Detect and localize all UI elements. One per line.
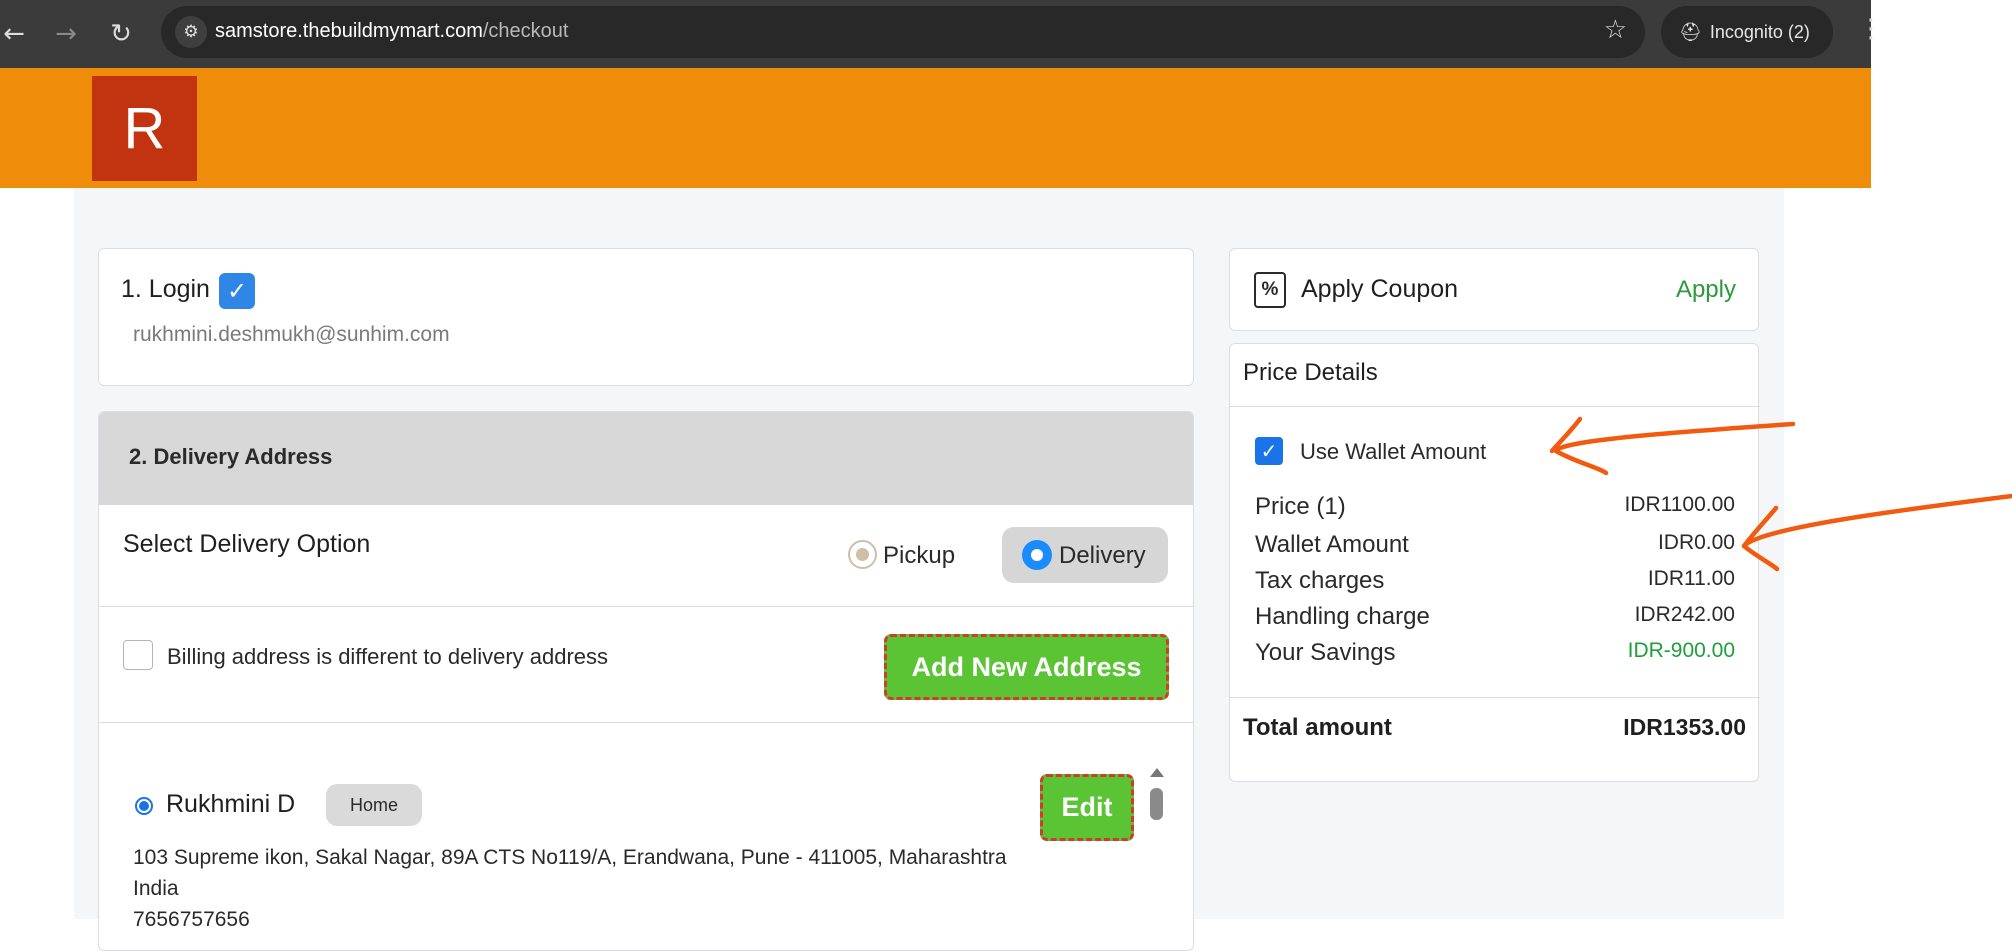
annotation-overlay bbox=[1549, 416, 2012, 572]
annotation-arrowhead bbox=[1741, 505, 1779, 549]
annotation-arrow-wallet bbox=[1553, 421, 1796, 476]
annotation-arrow-amount bbox=[1741, 493, 2012, 572]
